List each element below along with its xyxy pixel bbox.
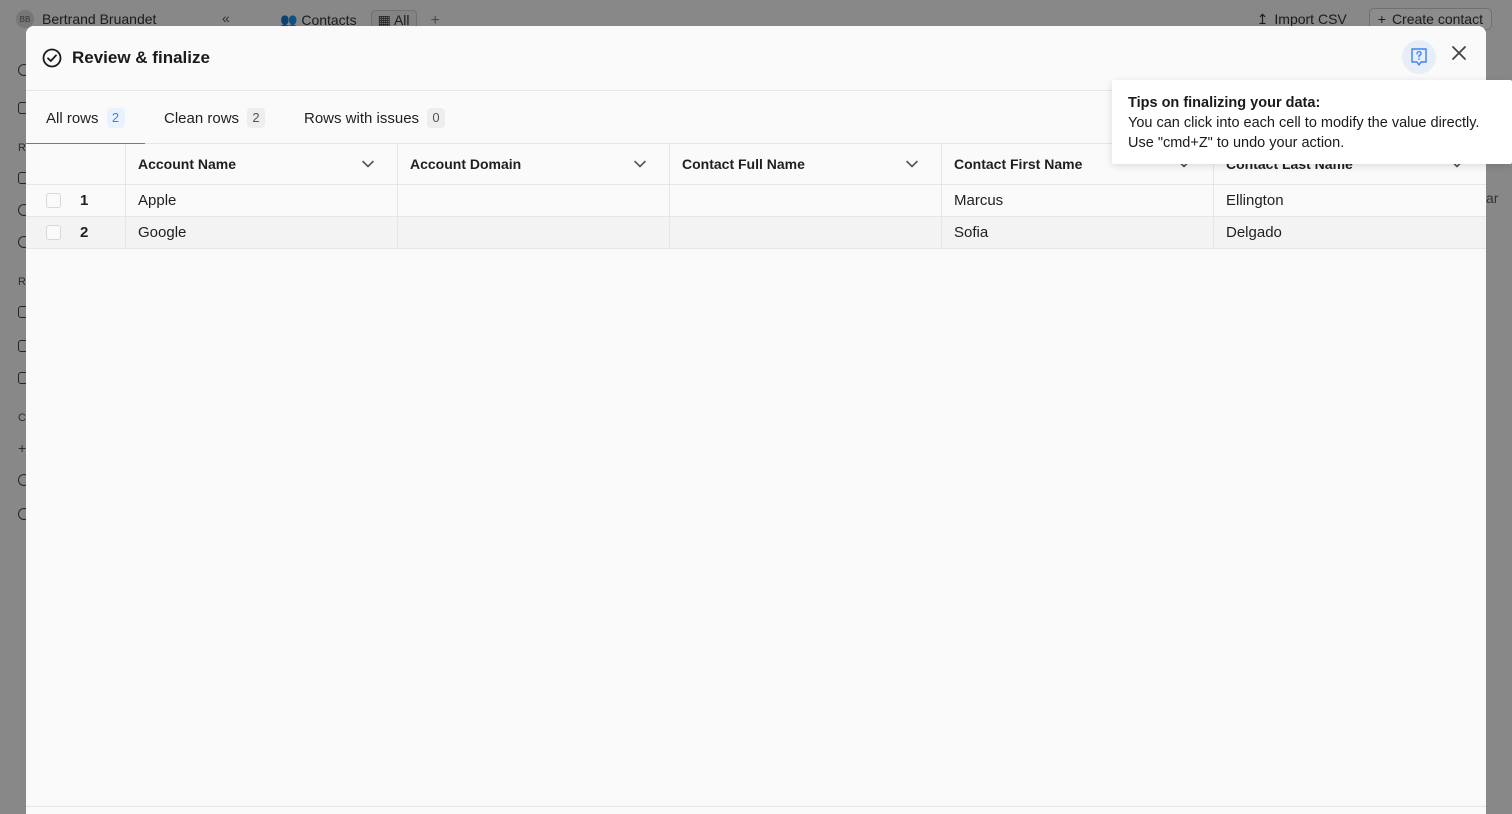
tab-count-badge: 2 bbox=[106, 108, 125, 128]
select-all-header bbox=[26, 144, 126, 184]
tab-all-rows[interactable]: All rows 2 bbox=[26, 92, 145, 145]
chevron-down-icon[interactable] bbox=[633, 157, 647, 171]
cell-contact-first-name[interactable]: Marcus bbox=[942, 185, 1214, 216]
table-row: 2 Google Sofia Delgado bbox=[26, 217, 1486, 249]
row-number: 1 bbox=[80, 192, 89, 209]
modal-footer-divider bbox=[26, 806, 1486, 807]
column-header-account-name[interactable]: Account Name bbox=[126, 144, 398, 184]
help-icon bbox=[1411, 48, 1427, 66]
row-checkbox[interactable] bbox=[46, 193, 61, 208]
column-header-label: Contact First Name bbox=[954, 156, 1083, 172]
table-row: 1 Apple Marcus Ellington bbox=[26, 185, 1486, 217]
tooltip-line: You can click into each cell to modify t… bbox=[1128, 115, 1480, 131]
tab-label: Clean rows bbox=[164, 109, 240, 127]
close-button[interactable] bbox=[1446, 40, 1472, 66]
column-header-account-domain[interactable]: Account Domain bbox=[398, 144, 670, 184]
check-circle-icon bbox=[42, 48, 62, 68]
row-number: 2 bbox=[80, 224, 89, 241]
chevron-down-icon[interactable] bbox=[361, 157, 375, 171]
column-header-label: Account Domain bbox=[410, 156, 522, 172]
column-header-contact-full-name[interactable]: Contact Full Name bbox=[670, 144, 942, 184]
cell-contact-first-name[interactable]: Sofia bbox=[942, 217, 1214, 248]
tips-tooltip: Tips on finalizing your data: You can cl… bbox=[1112, 80, 1512, 164]
help-button[interactable] bbox=[1402, 40, 1436, 74]
row-index-cell: 1 bbox=[26, 185, 126, 216]
column-header-label: Contact Full Name bbox=[682, 156, 805, 172]
cell-account-domain[interactable] bbox=[398, 185, 670, 216]
modal-title: Review & finalize bbox=[72, 48, 210, 67]
tab-rows-with-issues[interactable]: Rows with issues 0 bbox=[284, 92, 465, 144]
cell-contact-full-name[interactable] bbox=[670, 217, 942, 248]
cell-account-name[interactable]: Google bbox=[126, 217, 398, 248]
background-peek-text: ar bbox=[1486, 190, 1499, 206]
tab-count-badge: 0 bbox=[427, 108, 446, 128]
tab-label: All rows bbox=[46, 109, 99, 127]
tooltip-line: Use "cmd+Z" to undo your action. bbox=[1128, 135, 1345, 151]
row-checkbox[interactable] bbox=[46, 225, 61, 240]
tab-count-badge: 2 bbox=[247, 108, 266, 128]
tab-clean-rows[interactable]: Clean rows 2 bbox=[144, 92, 285, 144]
cell-contact-full-name[interactable] bbox=[670, 185, 942, 216]
chevron-down-icon[interactable] bbox=[905, 157, 919, 171]
cell-contact-last-name[interactable]: Delgado bbox=[1214, 217, 1486, 248]
tab-label: Rows with issues bbox=[304, 109, 420, 127]
column-header-label: Account Name bbox=[138, 156, 237, 172]
close-icon bbox=[1452, 46, 1466, 60]
row-index-cell: 2 bbox=[26, 217, 126, 248]
cell-contact-last-name[interactable]: Ellington bbox=[1214, 185, 1486, 216]
cell-account-name[interactable]: Apple bbox=[126, 185, 398, 216]
tooltip-title: Tips on finalizing your data: bbox=[1128, 95, 1321, 111]
cell-account-domain[interactable] bbox=[398, 217, 670, 248]
